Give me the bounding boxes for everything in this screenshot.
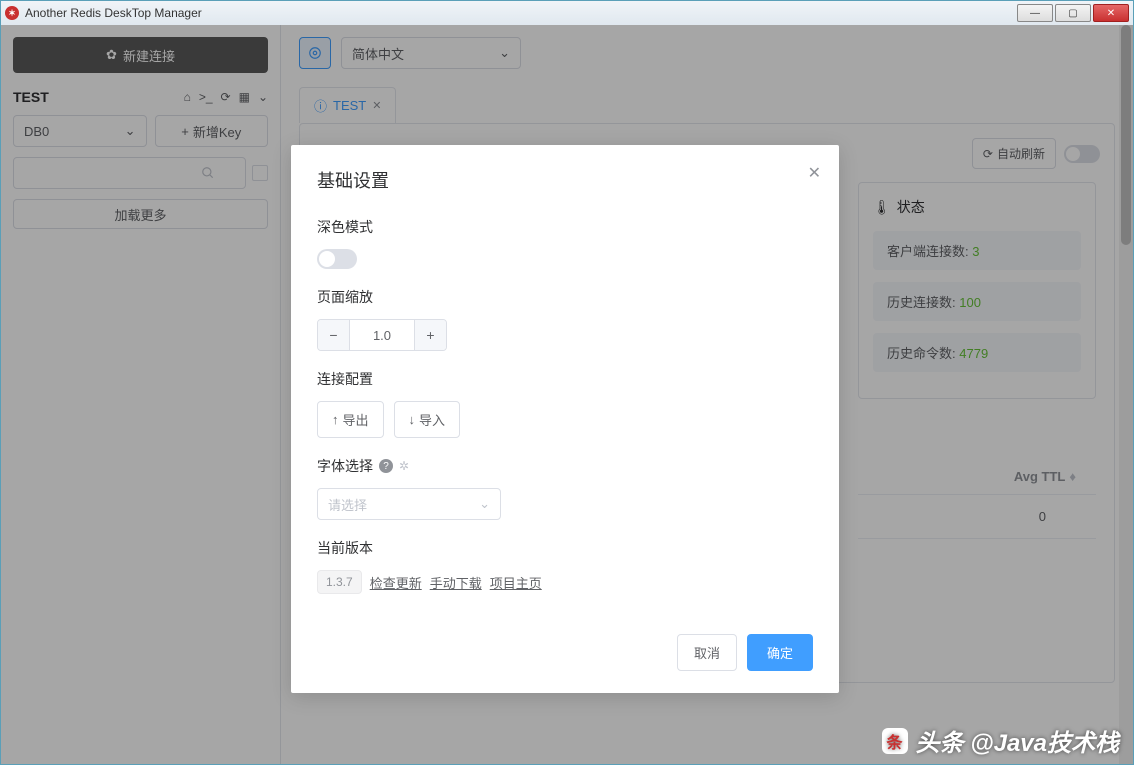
import-button[interactable]: ↓ 导入 — [394, 401, 461, 438]
project-home-link[interactable]: 项目主页 — [490, 573, 542, 592]
confirm-button[interactable]: 确定 — [747, 634, 813, 671]
chevron-down-icon: ⌄ — [479, 496, 490, 512]
font-select-dropdown[interactable]: 请选择 ⌄ — [317, 488, 501, 520]
app-icon: ✶ — [5, 6, 19, 20]
settings-dialog: ✕ 基础设置 深色模式 页面缩放 − 1.0 + 连接配置 ↑ 导出 ↓ 导入 … — [291, 145, 839, 693]
cancel-button[interactable]: 取消 — [677, 634, 737, 671]
close-button[interactable]: ✕ — [1093, 4, 1129, 22]
help-icon[interactable]: ? — [379, 459, 393, 473]
zoom-decrease-button[interactable]: − — [318, 320, 350, 350]
zoom-value: 1.0 — [350, 320, 414, 350]
app-window: ✶ Another Redis DeskTop Manager — ▢ ✕ ✿ … — [0, 0, 1134, 765]
manual-download-link[interactable]: 手动下载 — [430, 573, 482, 592]
check-update-link[interactable]: 检查更新 — [370, 573, 422, 592]
download-icon: ↓ — [409, 412, 416, 427]
dark-mode-label: 深色模式 — [317, 217, 813, 237]
font-select-label: 字体选择 ? ✲ — [317, 456, 813, 476]
minimize-button[interactable]: — — [1017, 4, 1053, 22]
conn-config-label: 连接配置 — [317, 369, 813, 389]
titlebar: ✶ Another Redis DeskTop Manager — ▢ ✕ — [1, 1, 1133, 25]
export-button[interactable]: ↑ 导出 — [317, 401, 384, 438]
zoom-stepper: − 1.0 + — [317, 319, 447, 351]
zoom-increase-button[interactable]: + — [414, 320, 446, 350]
zoom-label: 页面缩放 — [317, 287, 813, 307]
dialog-close-icon[interactable]: ✕ — [808, 163, 821, 183]
window-title: Another Redis DeskTop Manager — [25, 6, 1017, 20]
version-label: 当前版本 — [317, 538, 813, 558]
dialog-title: 基础设置 — [317, 167, 813, 193]
loading-spinner-icon: ✲ — [399, 459, 409, 473]
upload-icon: ↑ — [332, 412, 339, 427]
watermark: 条 头条 @Java技术栈 — [882, 723, 1119, 758]
watermark-icon: 条 — [882, 728, 908, 754]
font-placeholder: 请选择 — [328, 495, 367, 514]
dark-mode-toggle[interactable] — [317, 249, 357, 269]
version-badge: 1.3.7 — [317, 570, 362, 594]
maximize-button[interactable]: ▢ — [1055, 4, 1091, 22]
